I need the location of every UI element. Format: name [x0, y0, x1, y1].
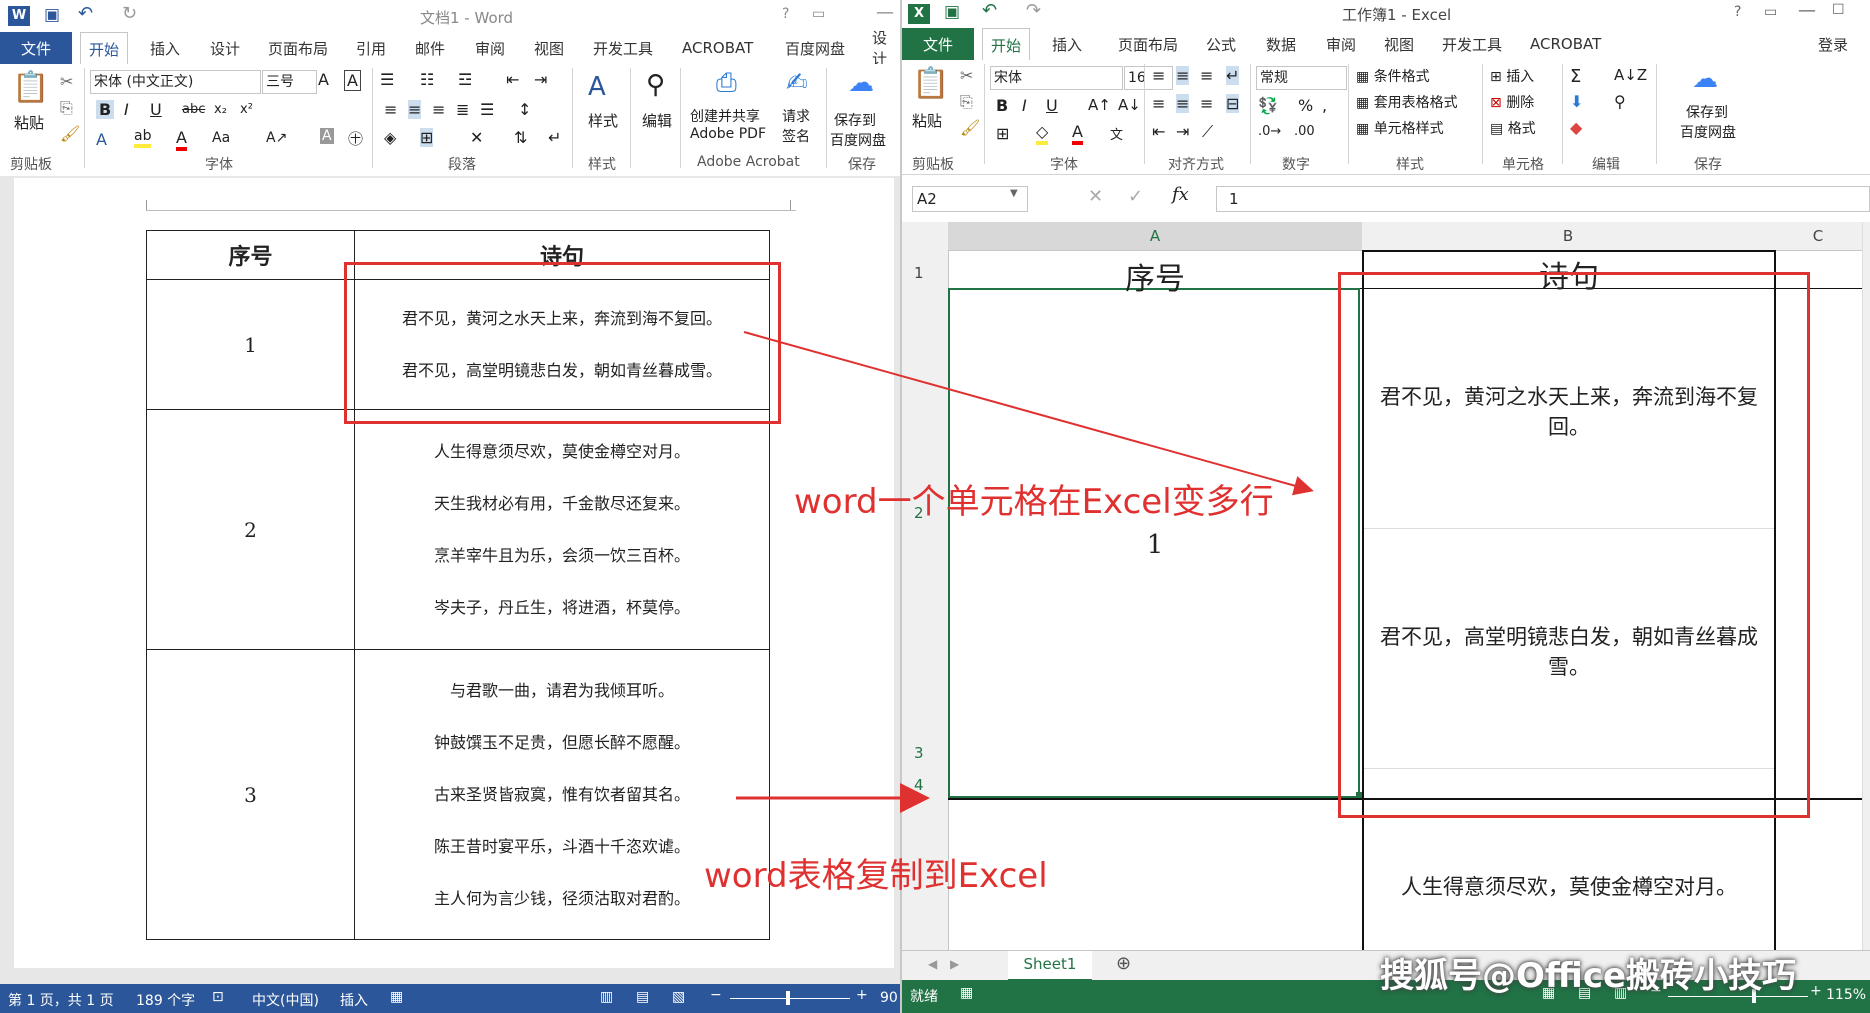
annotation-label-1: word一个单元格在Excel变多行	[794, 482, 1274, 522]
annotation-label-2: word表格复制到Excel	[704, 856, 1048, 896]
watermark-text: 搜狐号@Office搬砖小技巧	[1380, 956, 1797, 996]
arrow-word-to-excel	[743, 331, 1314, 496]
